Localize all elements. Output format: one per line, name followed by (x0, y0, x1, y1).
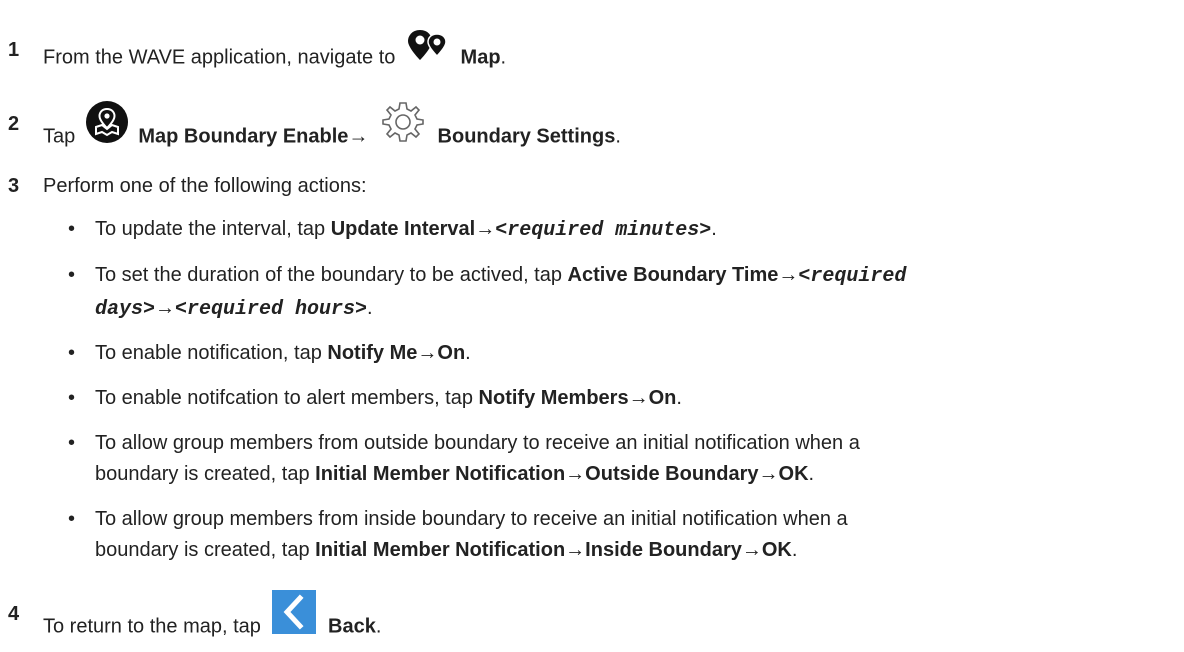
step-text: From the WAVE application, navigate to (43, 46, 396, 69)
map-pins-icon (407, 28, 449, 68)
bullet: • (68, 387, 76, 409)
step-number: 1 (8, 39, 20, 61)
map-label: Map (460, 46, 501, 69)
bullet: • (68, 264, 76, 286)
bullet: • (68, 218, 76, 240)
bullet: • (68, 432, 76, 454)
back-chevron-icon (272, 590, 317, 640)
map-boundary-icon (85, 100, 129, 150)
boundary-settings-label: Boundary Settings (437, 125, 616, 148)
bullet: • (68, 342, 76, 364)
bullet: • (68, 508, 76, 530)
back-label: Back (328, 615, 376, 638)
step-number: 3 (8, 175, 20, 197)
map-boundary-enable-label: Map Boundary Enable (138, 125, 349, 148)
step-text: To return to the map, tap (43, 615, 261, 638)
step-text: Perform one of the following actions: (43, 175, 367, 197)
step-number: 2 (8, 113, 20, 135)
step-text: Tap (43, 125, 76, 148)
gear-icon (380, 100, 426, 150)
step-number: 4 (8, 603, 20, 625)
